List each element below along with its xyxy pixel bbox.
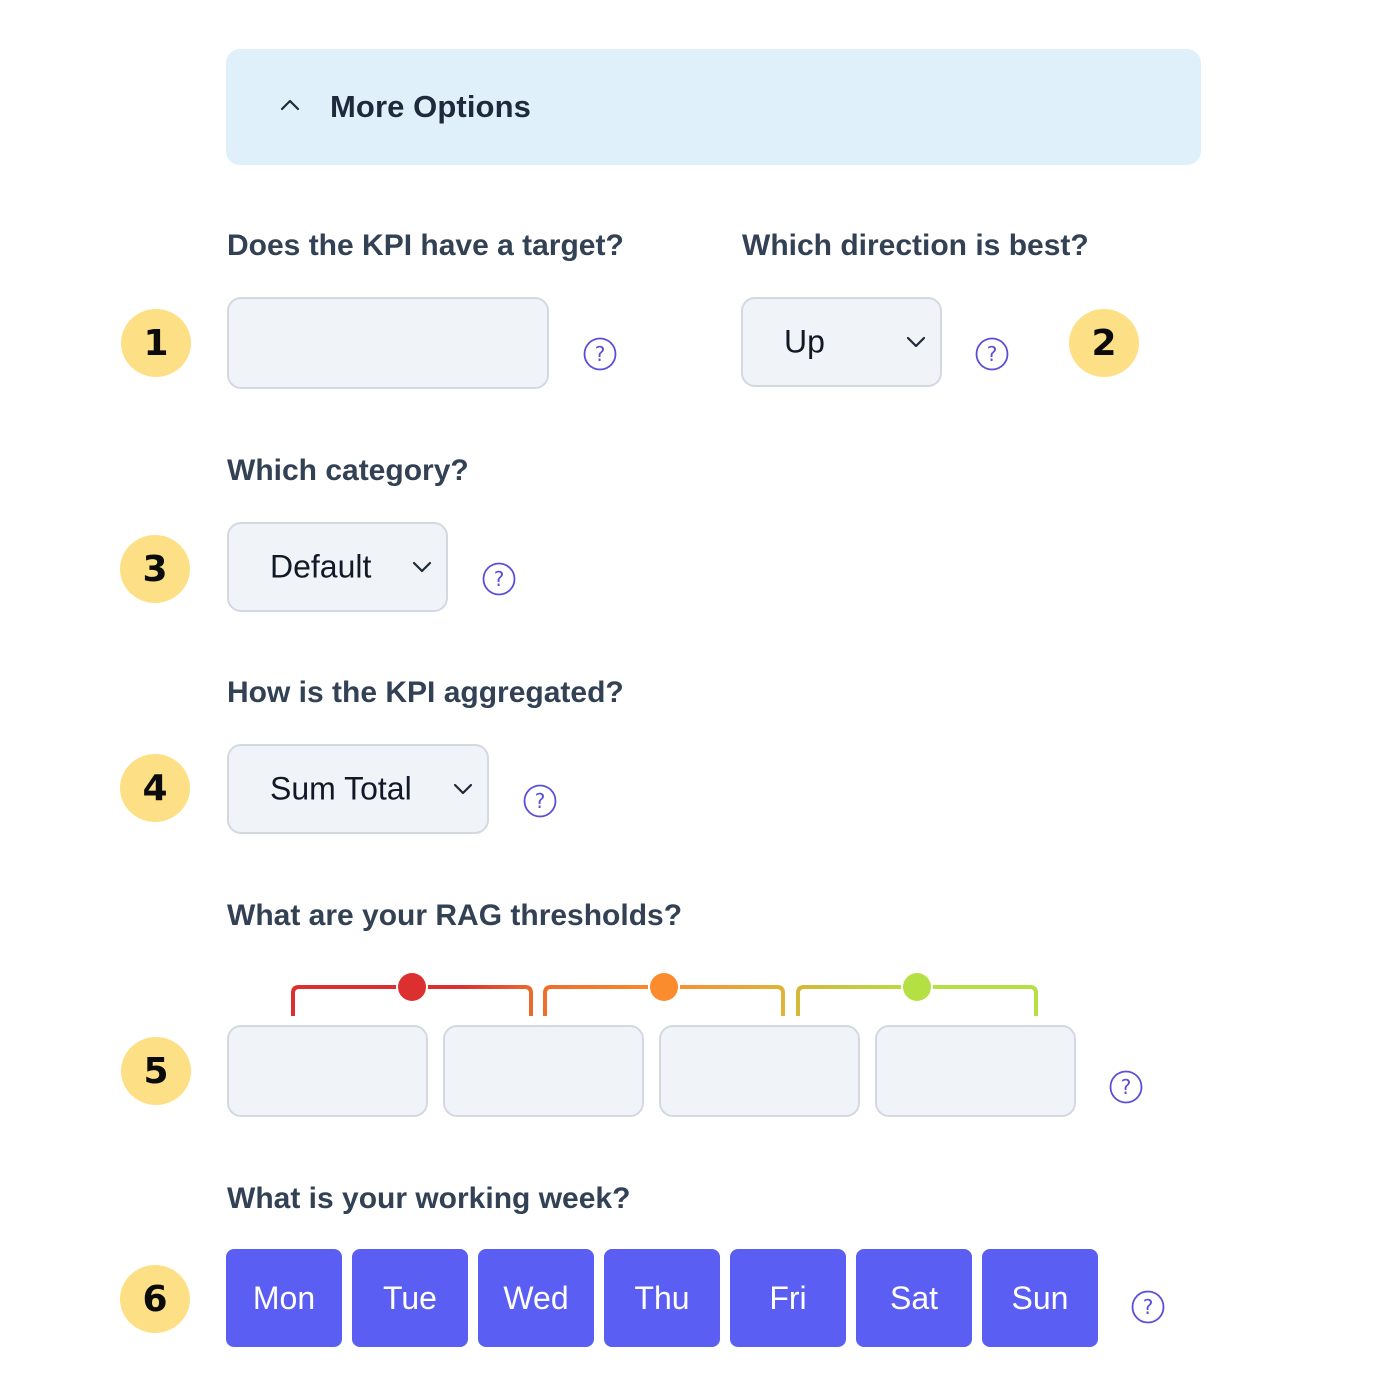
rag-field-wrapper bbox=[227, 1025, 428, 1117]
day-toggle-mon[interactable]: Mon bbox=[226, 1249, 342, 1347]
direction-label: Which direction is best? bbox=[742, 229, 1089, 262]
rag-green-bracket bbox=[796, 985, 1038, 1016]
chevron-down-icon bbox=[906, 336, 926, 348]
direction-select[interactable]: Up bbox=[741, 297, 942, 387]
rag-green-dot bbox=[903, 973, 931, 1001]
target-input[interactable] bbox=[229, 299, 547, 387]
chevron-down-icon bbox=[412, 561, 432, 573]
question-circle-icon[interactable]: ? bbox=[975, 337, 1009, 371]
rag-red-bracket bbox=[291, 985, 533, 1016]
aggregation-select-value: Sum Total bbox=[270, 770, 412, 807]
rag-threshold-input-2[interactable] bbox=[445, 1027, 642, 1115]
step-badge-5: 5 bbox=[121, 1037, 191, 1105]
rag-red-dot bbox=[398, 973, 426, 1001]
question-circle-icon[interactable]: ? bbox=[1109, 1070, 1143, 1104]
target-field-wrapper bbox=[227, 297, 549, 389]
step-badge-2: 2 bbox=[1069, 309, 1139, 377]
rag-orange-bracket bbox=[543, 985, 785, 1016]
step-badge-6: 6 bbox=[120, 1265, 190, 1333]
more-options-title: More Options bbox=[330, 89, 531, 124]
svg-text:?: ? bbox=[1121, 1075, 1132, 1099]
question-circle-icon[interactable]: ? bbox=[482, 562, 516, 596]
target-label: Does the KPI have a target? bbox=[227, 229, 624, 262]
step-badge-1: 1 bbox=[121, 309, 191, 377]
question-circle-icon[interactable]: ? bbox=[523, 784, 557, 818]
step-badge-4: 4 bbox=[120, 754, 190, 822]
day-toggle-thu[interactable]: Thu bbox=[604, 1249, 720, 1347]
day-toggle-wed[interactable]: Wed bbox=[478, 1249, 594, 1347]
day-toggle-fri[interactable]: Fri bbox=[730, 1249, 846, 1347]
rag-threshold-input-3[interactable] bbox=[661, 1027, 858, 1115]
rag-label: What are your RAG thresholds? bbox=[227, 899, 683, 932]
question-circle-icon[interactable]: ? bbox=[583, 337, 617, 371]
rag-threshold-brackets bbox=[291, 971, 1038, 1016]
category-select-value: Default bbox=[270, 548, 372, 585]
svg-text:?: ? bbox=[595, 342, 606, 366]
aggregation-select[interactable]: Sum Total bbox=[227, 744, 489, 834]
day-toggle-tue[interactable]: Tue bbox=[352, 1249, 468, 1347]
rag-red-dot bbox=[396, 971, 428, 1003]
step-badge-3: 3 bbox=[120, 535, 190, 603]
direction-select-value: Up bbox=[784, 323, 825, 360]
working-week-label: What is your working week? bbox=[227, 1182, 631, 1215]
svg-text:?: ? bbox=[1143, 1295, 1154, 1319]
chevron-down-icon bbox=[453, 783, 473, 795]
category-select[interactable]: Default bbox=[227, 522, 448, 612]
question-circle-icon[interactable]: ? bbox=[1131, 1290, 1165, 1324]
rag-field-wrapper bbox=[443, 1025, 644, 1117]
rag-field-wrapper bbox=[875, 1025, 1076, 1117]
chevron-up-icon bbox=[280, 99, 300, 111]
svg-text:?: ? bbox=[987, 342, 998, 366]
day-toggle-sat[interactable]: Sat bbox=[856, 1249, 972, 1347]
day-toggle-sun[interactable]: Sun bbox=[982, 1249, 1098, 1347]
category-label: Which category? bbox=[227, 454, 469, 487]
svg-text:?: ? bbox=[494, 567, 505, 591]
svg-text:?: ? bbox=[535, 789, 546, 813]
rag-orange-dot bbox=[650, 973, 678, 1001]
more-options-toggle[interactable]: More Options bbox=[226, 49, 1201, 165]
aggregation-label: How is the KPI aggregated? bbox=[227, 676, 624, 709]
rag-threshold-input-1[interactable] bbox=[229, 1027, 426, 1115]
rag-field-wrapper bbox=[659, 1025, 860, 1117]
rag-threshold-input-4[interactable] bbox=[877, 1027, 1074, 1115]
